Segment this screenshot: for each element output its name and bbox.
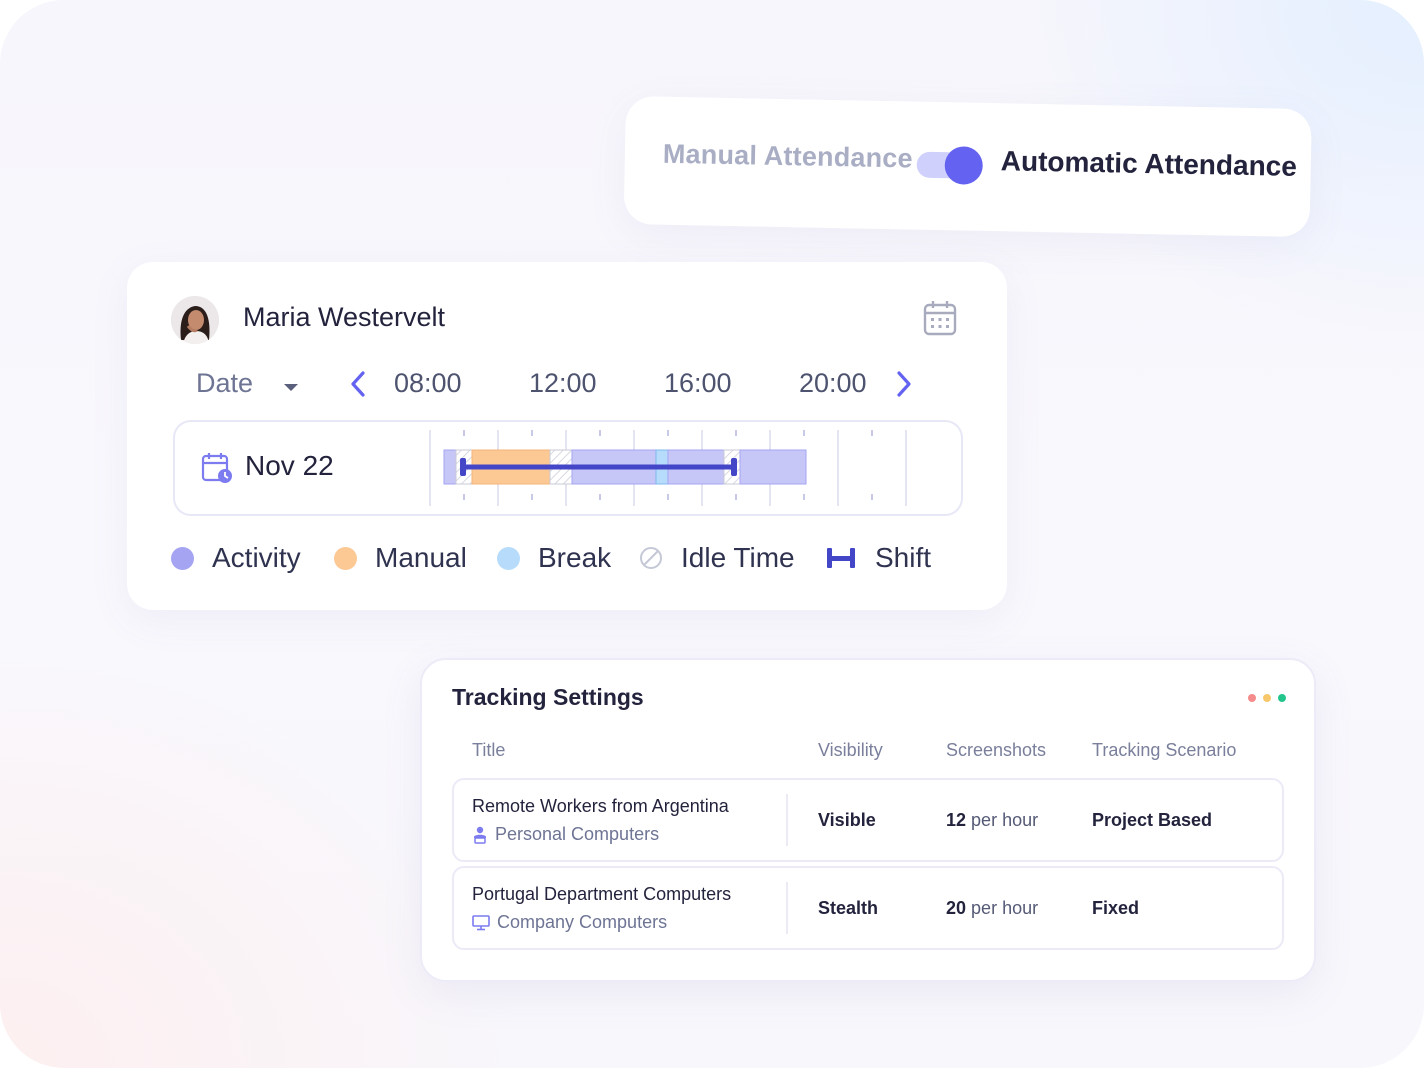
visibility-value: Visible bbox=[818, 810, 876, 830]
divider bbox=[786, 882, 788, 934]
date-filter-label[interactable]: Date bbox=[196, 368, 253, 399]
screenshots-value: 12 per hour bbox=[946, 810, 1039, 830]
yellow-dot-icon bbox=[1263, 694, 1271, 702]
legend-label: Shift bbox=[875, 542, 932, 573]
person-icon bbox=[474, 826, 486, 844]
legend-label: Break bbox=[538, 542, 612, 573]
column-header-tracking-scenario[interactable]: Tracking Scenario bbox=[1092, 740, 1236, 761]
table-row[interactable]: Portugal Department Computers Company Co… bbox=[452, 866, 1284, 950]
table-row[interactable]: Remote Workers from Argentina Personal C… bbox=[452, 778, 1284, 862]
hour-label: 20:00 bbox=[799, 368, 867, 398]
activity-segment bbox=[739, 449, 807, 485]
column-header-visibility[interactable]: Visibility bbox=[818, 740, 883, 761]
legend-item-break: Break bbox=[497, 542, 611, 574]
timeline-card: Maria Westervelt Date 08:00 12:00 16:00 … bbox=[127, 262, 1007, 610]
legend-item-activity: Activity bbox=[171, 542, 301, 574]
shift-icon bbox=[827, 548, 855, 568]
settings-title: Tracking Settings bbox=[452, 684, 644, 710]
hour-label: 12:00 bbox=[529, 368, 597, 398]
attendance-toggle-card: Manual Attendance Automatic Attendance bbox=[623, 96, 1312, 238]
chevron-right-icon[interactable] bbox=[896, 371, 912, 402]
break-dot-icon bbox=[497, 546, 520, 570]
chevron-down-icon[interactable] bbox=[283, 380, 299, 398]
timeline-row[interactable]: Nov 22 bbox=[173, 420, 963, 516]
monitor-icon bbox=[472, 914, 490, 930]
row-subtitle-text: Company Computers bbox=[497, 912, 668, 932]
user-name: Maria Westervelt bbox=[243, 302, 446, 332]
manual-attendance-label[interactable]: Manual Attendance bbox=[663, 139, 913, 175]
row-subtitle: Company Computers bbox=[472, 912, 667, 933]
legend-label: Idle Time bbox=[681, 542, 795, 573]
screenshots-value: 20 per hour bbox=[946, 898, 1039, 918]
hour-label: 08:00 bbox=[394, 368, 462, 398]
row-title: Portugal Department Computers bbox=[472, 884, 732, 904]
green-dot-icon bbox=[1278, 694, 1286, 702]
visibility-value: Stealth bbox=[818, 898, 879, 918]
row-subtitle: Personal Computers bbox=[472, 824, 659, 845]
row-title: Remote Workers from Argentina bbox=[472, 796, 729, 816]
tracking-settings-card: Tracking Settings Title Visibility Scree… bbox=[420, 658, 1316, 982]
attendance-toggle-switch[interactable] bbox=[916, 146, 984, 185]
toggle-knob bbox=[944, 146, 984, 185]
calendar-icon[interactable] bbox=[923, 300, 957, 341]
legend-item-idle-time: Idle Time bbox=[639, 542, 795, 574]
activity-segment bbox=[443, 449, 457, 485]
timeline-bar-chart bbox=[429, 430, 907, 506]
red-dot-icon bbox=[1248, 694, 1256, 702]
automatic-attendance-label[interactable]: Automatic Attendance bbox=[1001, 145, 1298, 183]
chevron-left-icon[interactable] bbox=[350, 371, 366, 402]
row-subtitle-text: Personal Computers bbox=[495, 824, 660, 844]
legend-label: Activity bbox=[212, 542, 301, 573]
divider bbox=[786, 794, 788, 846]
column-header-title[interactable]: Title bbox=[472, 740, 505, 761]
legend-label: Manual bbox=[375, 542, 467, 573]
legend-item-manual: Manual bbox=[334, 542, 467, 574]
scenario-value: Fixed bbox=[1092, 898, 1140, 918]
avatar bbox=[171, 296, 219, 344]
hour-label: 16:00 bbox=[664, 368, 732, 398]
legend-item-shift: Shift bbox=[825, 542, 931, 574]
scenario-value: Project Based bbox=[1092, 810, 1213, 830]
column-header-screenshots[interactable]: Screenshots bbox=[946, 740, 1046, 761]
activity-dot-icon bbox=[171, 546, 194, 570]
window-dots bbox=[1248, 694, 1286, 702]
manual-dot-icon bbox=[334, 546, 357, 570]
idle-time-icon bbox=[640, 547, 662, 569]
